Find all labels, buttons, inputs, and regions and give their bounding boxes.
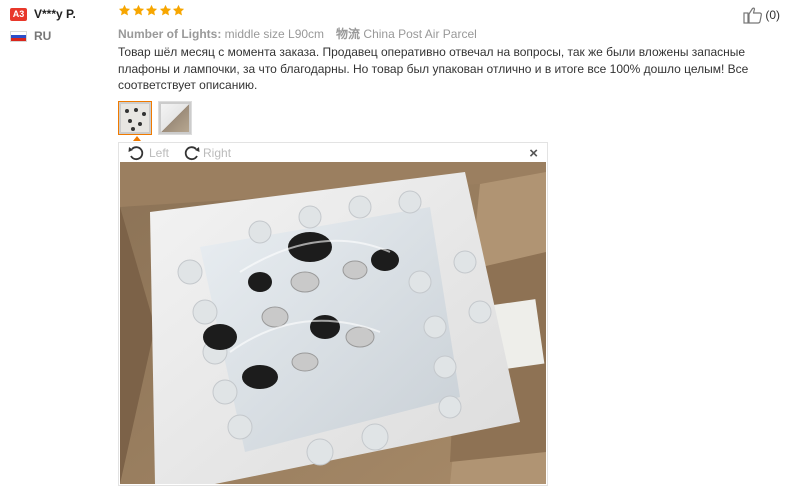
viewer-close-button[interactable]: × xyxy=(529,145,538,162)
thumbnail-photo-2[interactable] xyxy=(158,101,192,135)
photo-thumbnails xyxy=(118,101,198,135)
image-viewer: Left Right × xyxy=(118,142,548,486)
rotate-right-icon xyxy=(184,146,200,161)
reviewer-name: V***y P. xyxy=(34,7,76,21)
country-flag-icon xyxy=(10,31,27,42)
star-icon xyxy=(132,4,145,17)
review-text: Товар шёл месяц с момента заказа. Продав… xyxy=(118,45,749,92)
rotate-right-label: Right xyxy=(203,146,232,160)
star-icon xyxy=(172,4,185,17)
shipping-label: 物流 xyxy=(336,27,361,41)
shipping-value: China Post Air Parcel xyxy=(363,27,477,41)
thumbnail-photo-1[interactable] xyxy=(118,101,152,135)
buyer-level-badge: A3 xyxy=(10,8,27,21)
rotate-left-icon xyxy=(128,146,144,161)
star-icon xyxy=(118,4,131,17)
review-photo-image xyxy=(120,162,546,484)
helpful-count: (0) xyxy=(765,8,780,22)
review-photo xyxy=(120,162,546,484)
rotate-right-button[interactable]: Right xyxy=(181,145,231,161)
reviewer-country: RU xyxy=(34,29,52,43)
star-icon xyxy=(145,4,158,17)
lights-label: Number of Lights: xyxy=(118,27,222,41)
selected-thumbnail-indicator xyxy=(133,136,141,141)
rotate-left-label: Left xyxy=(149,146,170,160)
order-properties: Number of Lights: middle size L90cm 物流 Ch… xyxy=(118,25,477,42)
rating-stars xyxy=(118,4,186,22)
lights-value: middle size L90cm xyxy=(224,27,325,41)
rotate-left-button[interactable]: Left xyxy=(127,145,169,161)
thumbs-up-icon xyxy=(743,7,763,24)
star-icon xyxy=(159,4,172,17)
helpful-button[interactable]: (0) xyxy=(743,6,780,24)
viewer-toolbar: Left Right xyxy=(127,145,243,161)
